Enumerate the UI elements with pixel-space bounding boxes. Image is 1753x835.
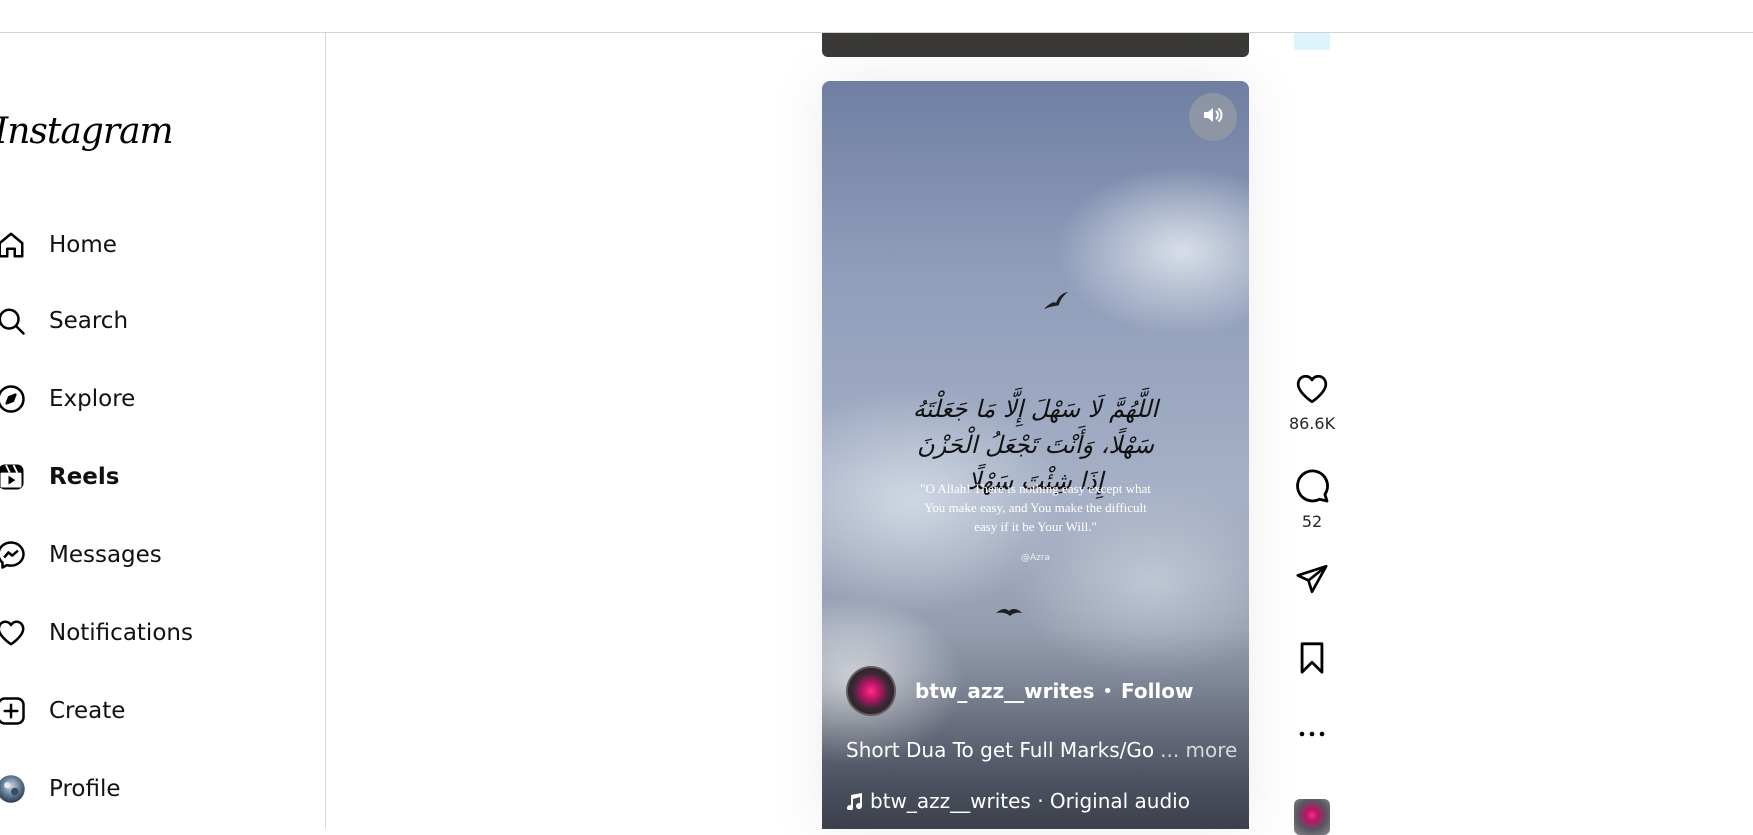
save-action [1286,640,1338,680]
video-watermark: @Azra [1020,553,1051,563]
bird-graphic [996,608,1022,616]
compass-icon [0,382,28,416]
video-overlay-translation: "O Allah! There is nothing easy except w… [920,481,1151,534]
reel-caption: Short Dua To get Full Marks/Go... more [846,738,1237,762]
bird-graphic [1044,292,1068,309]
mute-button[interactable] [1189,93,1237,141]
comment-button[interactable] [1294,468,1330,508]
sidebar-item-messages[interactable]: Messages [0,531,300,579]
instagram-logo[interactable]: Instagram [0,111,174,152]
audio-link[interactable]: btw_azz__writes · Original audio [846,789,1190,813]
sidebar-item-label: Messages [49,542,162,568]
separator-dot: • [1102,680,1113,702]
comment-icon [1296,469,1329,503]
plus-square-icon [0,694,28,728]
more-options-button[interactable] [1297,724,1327,743]
sidebar-item-profile[interactable]: Profile [0,765,300,813]
comment-count: 52 [1301,512,1323,531]
speaker-icon [1201,103,1225,131]
audio-label: btw_azz__writes · Original audio [870,789,1190,813]
more-horizontal-icon [1299,731,1325,737]
author-username[interactable]: btw_azz__writes [915,679,1094,703]
sidebar: Instagram Home Search Explore Reels Mess… [0,33,326,829]
sidebar-item-label: Explore [49,386,136,412]
reel-author-row: btw_azz__writes • Follow [846,666,1194,716]
previous-reel[interactable] [822,32,1249,57]
more-action [1286,724,1338,743]
audio-thumbnail[interactable] [1294,799,1330,835]
browser-top-bar [0,0,1753,33]
follow-button[interactable]: Follow [1121,679,1194,703]
comment-action: 52 [1286,468,1338,531]
messenger-icon [0,538,28,572]
reel-video[interactable]: اللَّهُمَّ لَا سَهْلَ إِلَّا مَا جَعَلْت… [822,81,1249,829]
like-action: 86.6K [1286,372,1338,433]
caption-text: Short Dua To get Full Marks/Go [846,738,1155,762]
sidebar-item-label: Create [49,698,126,724]
search-icon [0,304,28,338]
sidebar-item-search[interactable]: Search [0,297,300,345]
sidebar-item-label: Profile [49,776,121,802]
paper-plane-icon [1296,564,1328,594]
sidebar-item-notifications[interactable]: Notifications [0,609,300,657]
previous-audio-thumbnail[interactable] [1294,32,1330,50]
heart-icon [0,616,28,650]
bookmark-icon [1300,642,1324,674]
share-action [1286,562,1338,600]
save-button[interactable] [1295,640,1329,680]
sidebar-item-label: Home [49,232,117,258]
sidebar-item-label: Search [49,308,129,334]
like-count[interactable]: 86.6K [1289,414,1335,433]
sidebar-item-create[interactable]: Create [0,687,300,735]
sidebar-item-label: Reels [49,464,120,490]
sidebar-item-label: Notifications [49,620,193,646]
share-button[interactable] [1294,562,1330,600]
caption-more-link[interactable]: ... more [1160,738,1237,762]
sidebar-item-reels[interactable]: Reels [0,453,300,501]
music-note-icon [847,793,862,810]
heart-icon [1296,374,1328,404]
home-icon [0,228,28,262]
sidebar-item-home[interactable]: Home [0,221,300,269]
like-button[interactable] [1294,372,1330,410]
avatar [0,772,28,806]
reels-icon [0,460,28,494]
author-avatar[interactable] [846,666,896,716]
sidebar-item-explore[interactable]: Explore [0,375,300,423]
